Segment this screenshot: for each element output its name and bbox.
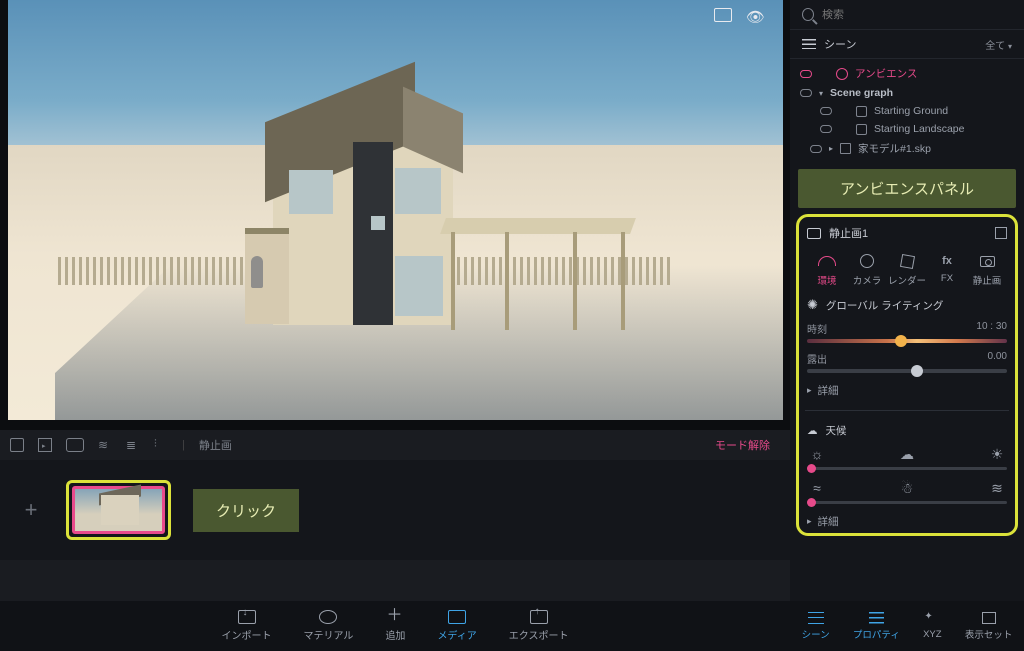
weather-row-1: ☼ ☁ ☀ [809,446,1005,463]
bottom-nav: ↓インポート マテリアル ＋追加 メディア ↑エクスポート [0,601,790,651]
ambience-title: 静止画1 [829,225,868,241]
tree-house-model[interactable]: ▸家モデル#1.skp [790,138,1024,159]
sun-small-icon: ☼ [809,446,825,463]
right-bottom-nav: シーン プロパティ ✦XYZ 表示セット [790,601,1024,651]
add-media-button[interactable]: + [18,497,44,523]
tab-render[interactable]: レンダー [887,253,927,287]
time-row: 時刻10 : 30 [807,321,1007,336]
weather-slider-1[interactable] [807,467,1007,470]
detail-disclosure[interactable]: 詳細 [807,383,1007,398]
rnav-xyz[interactable]: ✦XYZ [923,612,941,640]
weather-slider-2[interactable] [807,501,1007,504]
weather-detail-disclosure[interactable]: 詳細 [807,514,1007,529]
scene-header[interactable]: シーン 全て ▾ [790,29,1024,59]
exposure-row: 露出0.00 [807,351,1007,366]
sun-icon [807,297,818,313]
mode-release-button[interactable]: モード解除 [705,434,780,456]
text-tool-icon[interactable]: ⫶ [154,438,168,452]
list-tool-icon[interactable]: ≣ [126,438,140,452]
aspect-icon[interactable] [714,8,732,22]
ambience-icon [836,68,848,80]
play-tool-icon[interactable]: ▸ [38,438,52,452]
search-row [790,0,1024,29]
tab-environment[interactable]: 環境 [807,253,847,287]
scene-title: シーン [824,36,856,52]
sun-large-icon: ☀ [989,446,1005,463]
global-lighting-header: グローバル ライティング [807,297,1007,313]
time-slider[interactable] [807,339,1007,343]
tree-ambience[interactable]: アンビエンス [790,63,1024,84]
menu-icon [802,39,816,49]
fog-low-icon: ≈ [809,480,825,497]
rnav-property[interactable]: プロパティ [853,612,900,641]
toolbar-still-label: 静止画 [199,437,232,453]
ambience-tabs: 環境 カメラ レンダー fxFX 静止画 [807,253,1007,287]
camera-icon [807,228,821,239]
tab-still[interactable]: 静止画 [967,253,1007,287]
nav-media[interactable]: メディア [437,610,476,642]
nav-add[interactable]: ＋追加 [385,610,405,642]
nav-export[interactable]: ↑エクスポート [509,610,569,642]
media-thumbnail[interactable] [66,480,171,540]
cloud-icon: ☁ [899,446,915,463]
ground-icon [856,106,867,117]
media-toolbar: ▸ ≋ ≣ ⫶ | 静止画 モード解除 [0,430,790,460]
vr-icon[interactable]: 👁 [746,8,765,26]
landscape-icon [856,124,867,135]
media-strip: + クリック [0,460,790,560]
viewport: 👁 [0,0,790,430]
scene-tree: アンビエンス ▾Scene graph Starting Ground Star… [790,59,1024,163]
rnav-scene[interactable]: シーン [802,612,830,641]
ambience-panel: 静止画1 環境 カメラ レンダー fxFX 静止画 グローバル ライティング 時… [796,214,1018,536]
search-input[interactable] [822,9,1012,21]
annotation-click-label: クリック [193,489,299,532]
tree-starting-landscape[interactable]: Starting Landscape [790,120,1024,138]
weather-row-2: ≈ ☃ ≋ [809,480,1005,497]
render-scene[interactable]: 👁 [8,0,783,420]
tree-starting-ground[interactable]: Starting Ground [790,102,1024,120]
search-icon [802,8,814,21]
folder-icon [840,143,851,154]
weather-header: ☁天候 [807,423,1007,438]
nav-import[interactable]: ↓インポート [222,610,272,642]
scene-filter[interactable]: 全て ▾ [985,37,1012,52]
nav-material[interactable]: マテリアル [304,610,354,642]
image-tool-icon[interactable] [10,438,24,452]
weather-icon: ☁ [807,425,818,437]
tree-scene-graph[interactable]: ▾Scene graph [790,84,1024,102]
tab-camera[interactable]: カメラ [847,253,887,287]
layers-tool-icon[interactable]: ≋ [98,438,112,452]
pano-tool-icon[interactable] [66,438,84,452]
snowman-icon: ☃ [899,480,915,497]
right-panel: シーン 全て ▾ アンビエンス ▾Scene graph Starting Gr… [790,0,1024,651]
annotation-panel-title: アンビエンスパネル [798,169,1016,208]
tab-fx[interactable]: fxFX [927,253,967,287]
grid-icon[interactable] [995,227,1007,239]
ambience-title-row: 静止画1 [807,225,1007,241]
fog-high-icon: ≋ [989,480,1005,497]
rnav-viewsets[interactable]: 表示セット [965,612,1013,641]
exposure-slider[interactable] [807,369,1007,373]
